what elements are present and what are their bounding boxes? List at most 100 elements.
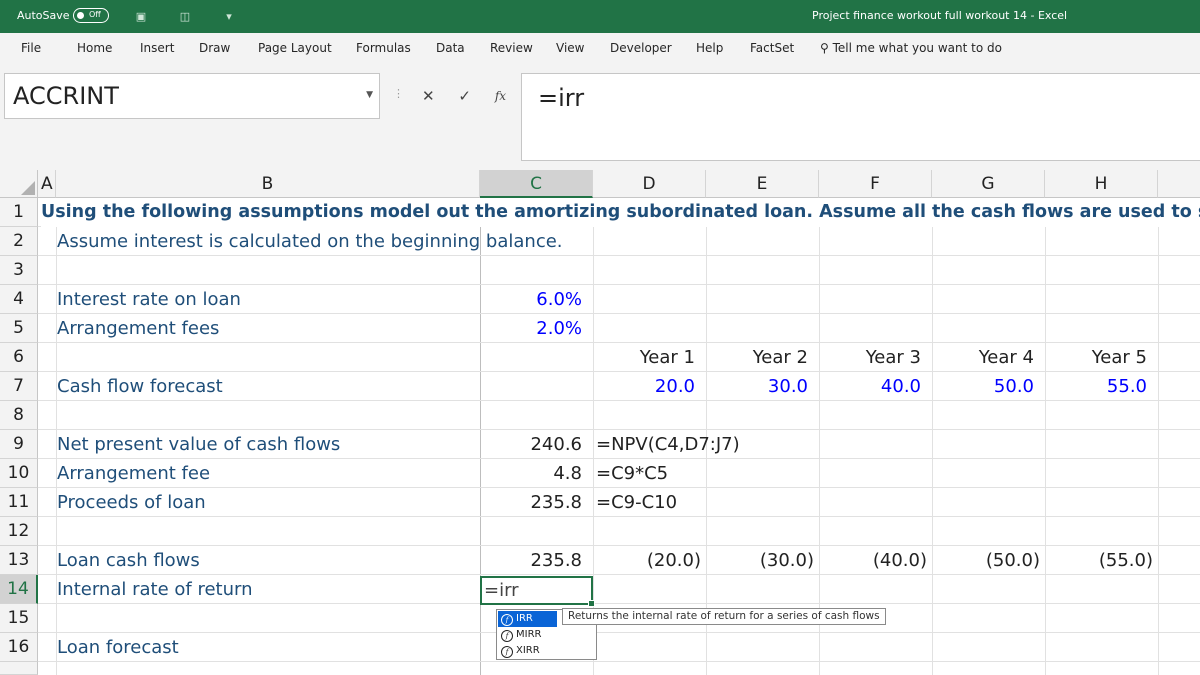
insert-function-icon[interactable]: fx <box>495 89 506 103</box>
title-bar: AutoSave Off ▣ ◫ ▾ Project finance worko… <box>0 0 1200 33</box>
row-header-16[interactable]: 16 <box>0 633 38 662</box>
row-header-11[interactable]: 11 <box>0 488 38 517</box>
row-header-2[interactable]: 2 <box>0 227 38 256</box>
tab-developer[interactable]: Developer <box>610 41 672 55</box>
row-header-3[interactable]: 3 <box>0 256 38 285</box>
cell-g7-value: 50.0 <box>993 376 1034 397</box>
tell-me-text: Tell me what you want to do <box>832 41 1002 55</box>
row-header-10[interactable]: 10 <box>0 459 38 488</box>
cell-edit-text: =irr <box>484 580 519 601</box>
tab-formulas[interactable]: Formulas <box>356 41 411 55</box>
function-tooltip: Returns the internal rate of return for … <box>562 608 886 625</box>
cancel-icon[interactable]: ✕ <box>422 87 435 105</box>
tab-page-layout[interactable]: Page Layout <box>258 41 332 55</box>
row-header-9[interactable]: 9 <box>0 430 38 459</box>
cell-c4-value: 6.0% <box>536 289 582 310</box>
select-all-button[interactable] <box>0 170 38 198</box>
tab-file[interactable]: File <box>21 41 41 55</box>
cell-d7-value: 20.0 <box>654 376 695 397</box>
autocomplete-item-xirr[interactable]: f XIRR <box>498 643 557 659</box>
cell-b7-label: Cash flow forecast <box>57 376 223 397</box>
cell-a1-instructions: Using the following assumptions model ou… <box>41 198 1200 227</box>
row-header-12[interactable]: 12 <box>0 517 38 546</box>
cell-b5-label: Arrangement fees <box>57 318 220 339</box>
formula-buttons: ✕ ✓ fx <box>410 73 518 119</box>
column-header-a[interactable]: A <box>38 170 56 198</box>
cell-g6-year: Year 4 <box>978 347 1034 368</box>
cell-e6-year: Year 2 <box>752 347 808 368</box>
column-header-next[interactable] <box>1158 170 1200 198</box>
cell-d11-formula-note: =C9-C10 <box>596 492 678 513</box>
ribbon-tabs: File Home Insert Draw Page Layout Formul… <box>0 33 1200 66</box>
autocomplete-item-label: XIRR <box>516 645 540 656</box>
function-icon: f <box>501 646 513 658</box>
autocomplete-item-mirr[interactable]: f MIRR <box>498 627 557 643</box>
cell-c5-value: 2.0% <box>536 318 582 339</box>
column-header-d[interactable]: D <box>593 170 706 198</box>
autosave-toggle[interactable]: Off <box>73 8 109 23</box>
autocomplete-item-label: MIRR <box>516 629 542 640</box>
autocomplete-item-irr[interactable]: f IRR <box>498 611 557 627</box>
save-icon[interactable]: ▣ <box>130 6 152 26</box>
tab-draw[interactable]: Draw <box>199 41 230 55</box>
row-header-8[interactable]: 8 <box>0 401 38 430</box>
tab-insert[interactable]: Insert <box>140 41 174 55</box>
cell-h13-value: (55.0) <box>1098 550 1153 571</box>
row-header-13[interactable]: 13 <box>0 546 38 575</box>
cell-area[interactable]: Using the following assumptions model ou… <box>38 198 1200 675</box>
row-header-15[interactable]: 15 <box>0 604 38 633</box>
function-icon: f <box>501 614 513 626</box>
column-header-c[interactable]: C <box>480 170 593 198</box>
formula-input[interactable]: =irr <box>521 73 1200 161</box>
cell-b10-label: Arrangement fee <box>57 463 211 484</box>
cell-g13-value: (50.0) <box>985 550 1040 571</box>
cell-f6-year: Year 3 <box>865 347 921 368</box>
worksheet-grid: A B C D E F G H 1 2 3 4 5 6 7 8 9 10 11 … <box>0 170 1200 675</box>
active-cell-c14[interactable]: =irr <box>480 576 595 607</box>
tab-factset[interactable]: FactSet <box>750 41 794 55</box>
column-header-b[interactable]: B <box>56 170 480 198</box>
row-header-1[interactable]: 1 <box>0 198 38 227</box>
select-all-triangle-icon <box>21 181 35 195</box>
gridline <box>38 632 1200 633</box>
column-header-g[interactable]: G <box>932 170 1045 198</box>
tell-me-search[interactable]: ⚲ Tell me what you want to do <box>820 41 1002 55</box>
enter-icon[interactable]: ✓ <box>458 87 471 105</box>
column-header-e[interactable]: E <box>706 170 819 198</box>
column-header-f[interactable]: F <box>819 170 932 198</box>
search-icon: ⚲ <box>820 41 829 55</box>
row-header-17[interactable] <box>0 662 38 675</box>
cell-c13-value: 235.8 <box>530 550 582 571</box>
tab-data[interactable]: Data <box>436 41 465 55</box>
window-title: Project finance workout full workout 14 … <box>812 9 1068 22</box>
customize-quick-access-icon[interactable]: ▾ <box>218 6 240 26</box>
row-header-4[interactable]: 4 <box>0 285 38 314</box>
row-header-5[interactable]: 5 <box>0 314 38 343</box>
cell-d9-formula-note: =NPV(C4,D7:J7) <box>596 434 740 455</box>
row-header-7[interactable]: 7 <box>0 372 38 401</box>
fill-handle[interactable] <box>588 600 595 607</box>
row-header-14[interactable]: 14 <box>0 575 38 604</box>
cell-e7-value: 30.0 <box>767 376 808 397</box>
name-box[interactable]: ACCRINT ▼ <box>4 73 380 119</box>
camera-icon[interactable]: ◫ <box>174 6 196 26</box>
tab-home[interactable]: Home <box>77 41 112 55</box>
row-header-6[interactable]: 6 <box>0 343 38 372</box>
cell-c9-value: 240.6 <box>530 434 582 455</box>
gridline <box>38 661 1200 662</box>
cell-b9-label: Net present value of cash flows <box>57 434 341 455</box>
autosave-label: AutoSave <box>17 9 70 22</box>
tab-review[interactable]: Review <box>490 41 533 55</box>
formula-bar-area: ACCRINT ▼ ⋮ ✕ ✓ fx =irr <box>0 65 1200 170</box>
chevron-down-icon[interactable]: ▼ <box>366 90 373 100</box>
autosave-state: Off <box>89 10 101 19</box>
toggle-knob <box>77 12 84 19</box>
cell-d13-value: (20.0) <box>646 550 701 571</box>
cell-h6-year: Year 5 <box>1091 347 1147 368</box>
cell-d6-year: Year 1 <box>639 347 695 368</box>
cell-b4-label: Interest rate on loan <box>57 289 241 310</box>
tab-view[interactable]: View <box>556 41 584 55</box>
column-header-h[interactable]: H <box>1045 170 1158 198</box>
more-icon: ⋮ <box>393 87 404 100</box>
tab-help[interactable]: Help <box>696 41 723 55</box>
